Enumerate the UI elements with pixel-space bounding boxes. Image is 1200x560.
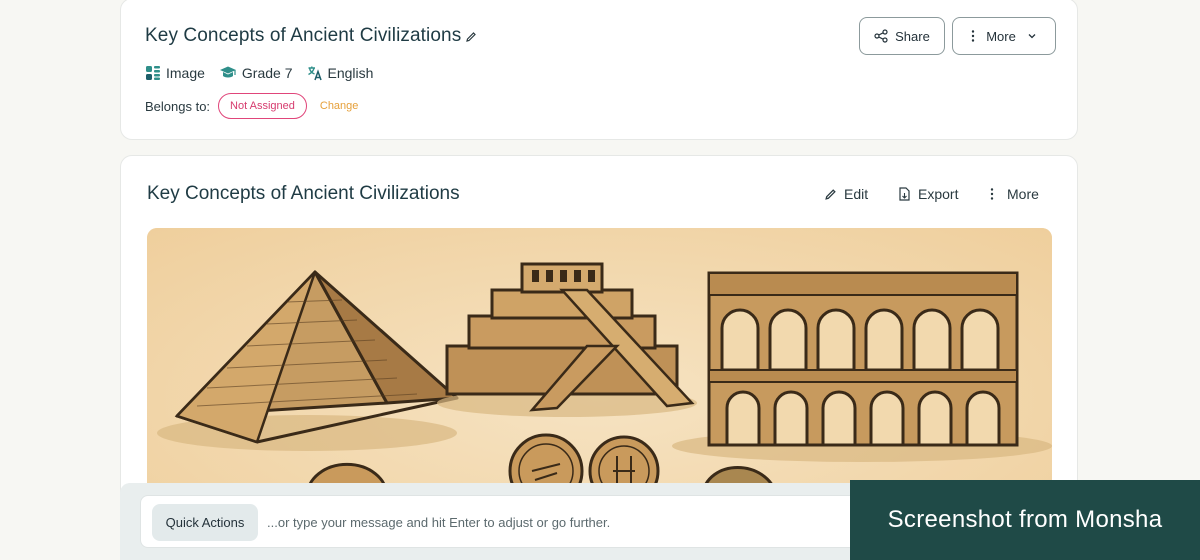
share-button[interactable]: Share — [859, 17, 945, 55]
document-meta: Image Grade 7 English — [145, 65, 373, 81]
translate-icon — [307, 66, 322, 81]
chat-placeholder: ...or type your message and hit Enter to… — [267, 515, 611, 530]
edit-button[interactable]: Edit — [824, 186, 868, 202]
share-button-label: Share — [895, 28, 930, 44]
assignment-status-badge[interactable]: Not Assigned — [218, 93, 307, 119]
kebab-icon — [971, 30, 975, 42]
content-title: Key Concepts of Ancient Civilizations — [147, 183, 460, 204]
edit-title-button[interactable] — [463, 29, 479, 45]
meta-language-label: English — [327, 65, 374, 81]
pencil-icon — [825, 188, 836, 200]
pencil-icon — [466, 32, 476, 42]
export-file-icon — [899, 187, 910, 201]
more-menu-button[interactable]: More — [952, 17, 1056, 55]
document-title: Key Concepts of Ancient Civilizations — [145, 25, 462, 46]
aqueduct-drawing — [672, 271, 1052, 462]
more-menu-label: More — [986, 28, 1016, 44]
export-button[interactable]: Export — [898, 186, 958, 202]
change-assignment-link[interactable]: Change — [320, 100, 359, 112]
export-label: Export — [918, 186, 959, 202]
content-more-button[interactable]: More — [989, 186, 1039, 202]
meta-grade-label: Grade 7 — [241, 65, 293, 81]
chevron-down-icon — [1028, 34, 1036, 39]
meta-grade: Grade 7 — [219, 65, 293, 81]
kebab-icon — [990, 188, 994, 200]
meta-type: Image — [145, 65, 205, 81]
graduation-cap-icon — [219, 66, 236, 78]
edit-label: Edit — [844, 186, 869, 202]
image-type-icon — [146, 66, 160, 80]
watermark-banner: Screenshot from Monsha — [850, 480, 1200, 560]
belongs-to-label: Belongs to: — [145, 98, 211, 114]
belongs-to-row: Belongs to: Not Assigned Change — [145, 93, 358, 119]
meta-type-label: Image — [166, 65, 205, 81]
content-more-label: More — [1007, 186, 1039, 202]
document-header-card: Key Concepts of Ancient Civilizations Im… — [120, 0, 1078, 140]
chat-input[interactable]: Quick Actions ...or type your message an… — [140, 495, 940, 548]
meta-language: English — [307, 65, 374, 81]
share-icon — [874, 29, 888, 43]
quick-actions-button[interactable]: Quick Actions — [152, 504, 258, 541]
